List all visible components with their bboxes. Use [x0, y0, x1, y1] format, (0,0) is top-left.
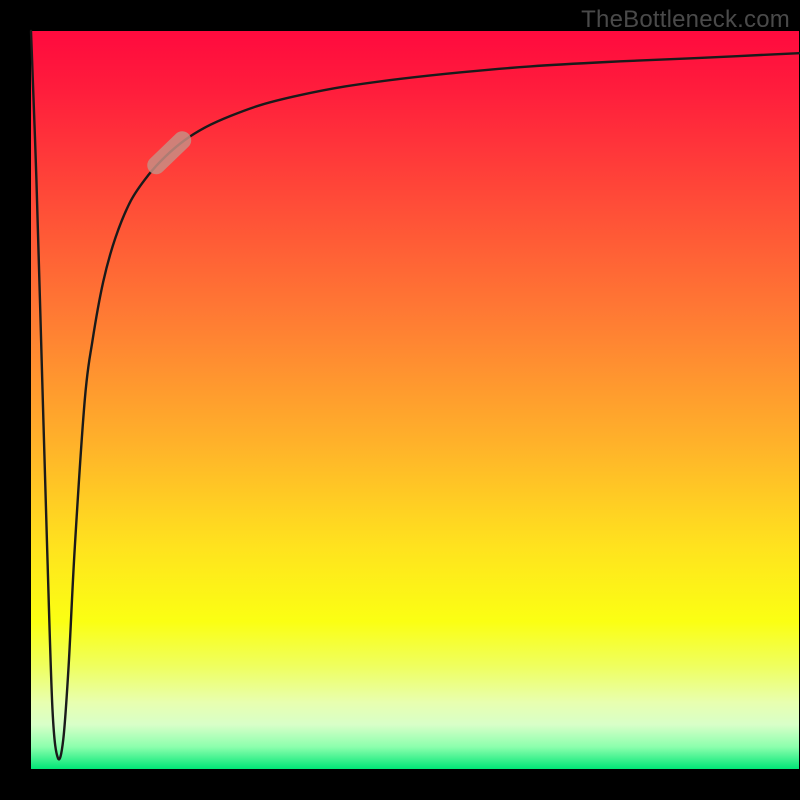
bottleneck-curve [31, 31, 799, 759]
chart-frame: TheBottleneck.com [0, 0, 800, 800]
watermark-text: TheBottleneck.com [581, 6, 790, 34]
curve-layer [31, 31, 799, 769]
curve-marker [144, 128, 195, 178]
